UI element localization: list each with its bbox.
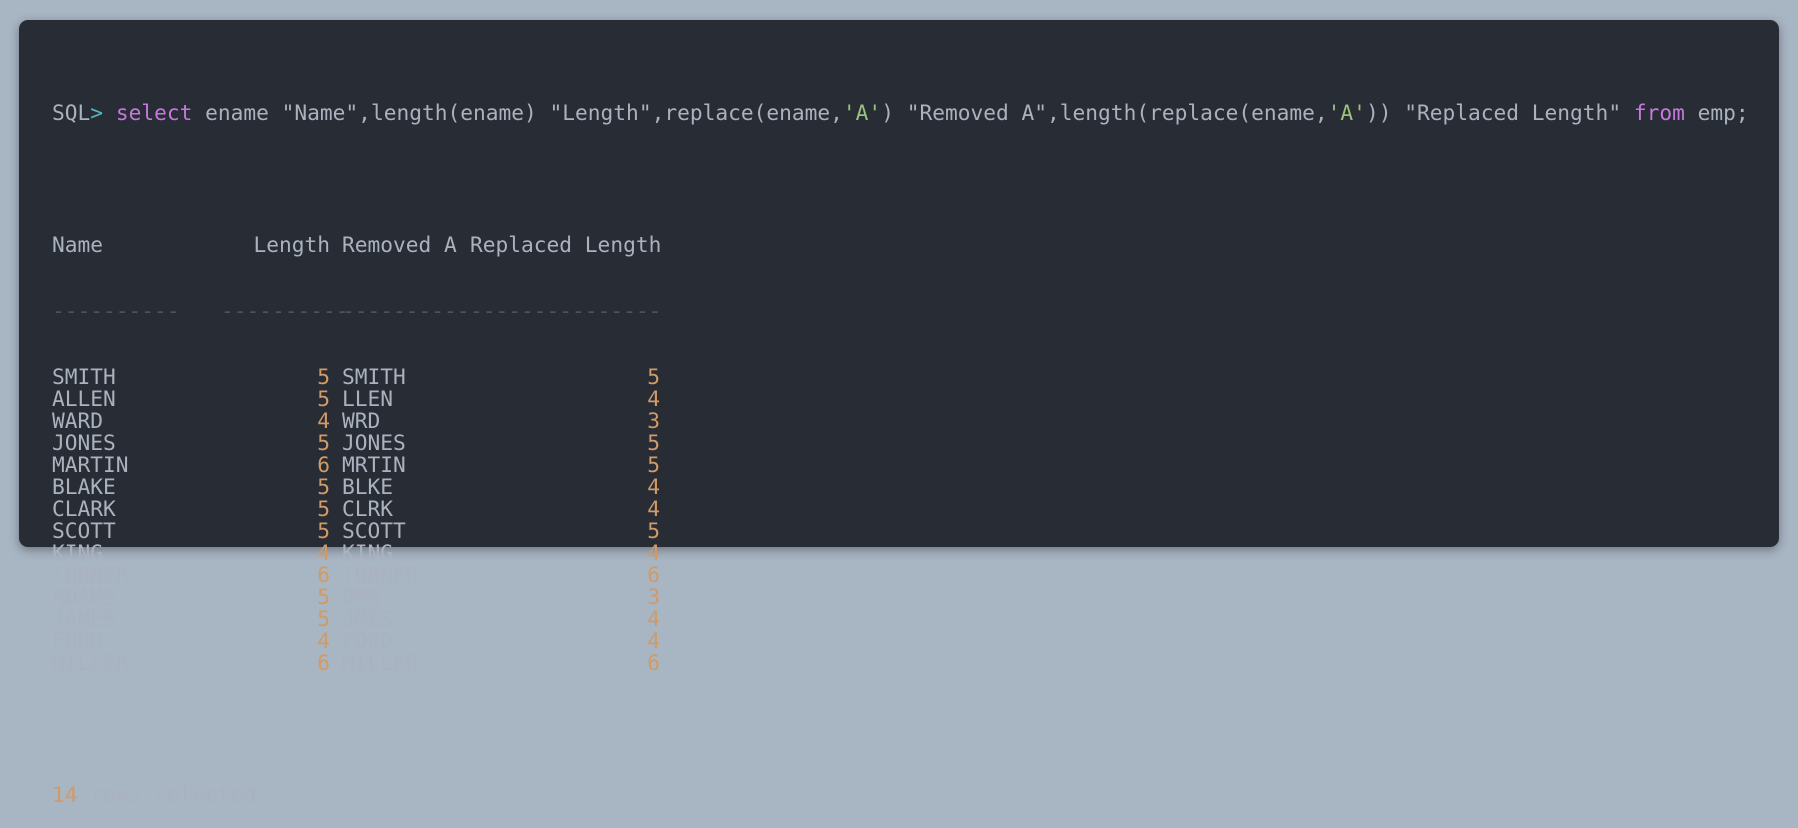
cell-name: MARTIN [52, 452, 129, 477]
cell-removed: CLRK [342, 496, 394, 521]
cell-length: 4 [317, 628, 330, 653]
cell-length: 6 [317, 650, 330, 675]
separator-name: ---------- [52, 298, 180, 323]
cell-name: SMITH [52, 364, 116, 389]
sql-command-line: SQL> select ename "Name",length(ename) "… [52, 102, 1779, 124]
cell-name: WARD [52, 408, 104, 433]
cell-name: MILLER [52, 650, 129, 675]
header-name: Name [52, 232, 104, 257]
cell-name: JONES [52, 430, 116, 455]
cell-replaced: 5 [647, 452, 660, 477]
cell-length: 6 [317, 562, 330, 587]
cell-length: 5 [317, 364, 330, 389]
cell-name: ALLEN [52, 386, 116, 411]
cell-replaced: 5 [647, 430, 660, 455]
cell-replaced: 4 [647, 496, 660, 521]
rows-selected-footer: 14 rows selected. [52, 784, 1779, 806]
cell-name: ADAMS [52, 584, 116, 609]
table-row: SCOTT 5 SCOTT 5 [52, 520, 1779, 542]
separator-replaced: --------------- [470, 298, 662, 323]
header-removed: Removed A [342, 232, 457, 257]
cell-replaced: 5 [647, 364, 660, 389]
cell-removed: DMS [342, 584, 381, 609]
table-row: ALLEN 5 LLEN 4 [52, 388, 1779, 410]
cell-removed: SMITH [342, 364, 406, 389]
cell-length: 4 [317, 408, 330, 433]
cell-length: 5 [317, 606, 330, 631]
cell-removed: JMES [342, 606, 394, 631]
table-row: WARD 4 WRD 3 [52, 410, 1779, 432]
command-part-2: ) "Removed A",length(replace(ename, [881, 100, 1328, 125]
string-literal-2: 'A' [1327, 100, 1366, 125]
cell-length: 5 [317, 496, 330, 521]
cell-replaced: 6 [647, 562, 660, 587]
result-separator-row: ---------- ------------------------------… [52, 300, 1779, 322]
cell-removed: JONES [342, 430, 406, 455]
cell-replaced: 3 [647, 584, 660, 609]
header-length: Length [253, 232, 330, 257]
command-part-3: )) "Replaced Length" [1365, 100, 1634, 125]
cell-removed: TURNER [342, 562, 419, 587]
command-part-1: ename "Name",length(ename) "Length",repl… [192, 100, 843, 125]
cell-length: 5 [317, 430, 330, 455]
result-rows: SMITH 5 SMITH 5 ALLEN 5 LLEN 4 WARD 4 WRD 3 JONES 5 JO… [52, 366, 1779, 674]
cell-name: JAMES [52, 606, 116, 631]
cell-replaced: 4 [647, 628, 660, 653]
cell-replaced: 6 [647, 650, 660, 675]
cell-replaced: 5 [647, 518, 660, 543]
table-row: TURNER 6 TURNER 6 [52, 564, 1779, 586]
cell-name: KING [52, 540, 104, 565]
sql-prompt: SQL [52, 100, 91, 125]
cell-replaced: 4 [647, 474, 660, 499]
cell-removed: SCOTT [342, 518, 406, 543]
table-row: CLARK 5 CLRK 4 [52, 498, 1779, 520]
cell-name: TURNER [52, 562, 129, 587]
cell-removed: FORD [342, 628, 394, 653]
cell-length: 5 [317, 386, 330, 411]
table-row: FORD 4 FORD 4 [52, 630, 1779, 652]
cell-removed: LLEN [342, 386, 394, 411]
cell-replaced: 4 [647, 540, 660, 565]
cell-replaced: 3 [647, 408, 660, 433]
keyword-from: from [1633, 100, 1685, 125]
cell-removed: MILLER [342, 650, 419, 675]
string-literal-1: 'A' [842, 100, 882, 125]
cell-length: 5 [317, 474, 330, 499]
cell-removed: MRTIN [342, 452, 406, 477]
command-part-4: emp; [1684, 100, 1749, 125]
cell-removed: WRD [342, 408, 381, 433]
table-row: ADAMS 5 DMS 3 [52, 586, 1779, 608]
cell-length: 5 [317, 584, 330, 609]
header-replaced: Replaced Length [470, 232, 662, 257]
table-row: JONES 5 JONES 5 [52, 432, 1779, 454]
cell-removed: BLKE [342, 474, 394, 499]
prompt-symbol: > [90, 100, 104, 125]
separator-length: ---------- [221, 298, 349, 323]
cell-name: BLAKE [52, 474, 116, 499]
separator-removed: ---------- [342, 298, 470, 323]
cell-name: CLARK [52, 496, 116, 521]
cell-name: SCOTT [52, 518, 116, 543]
keyword-select: select [115, 100, 193, 125]
cell-length: 6 [317, 452, 330, 477]
result-header-row: Name Length Removed A Replaced Length [52, 234, 1779, 256]
terminal-window[interactable]: SQL> select ename "Name",length(ename) "… [19, 20, 1779, 806]
table-row: BLAKE 5 BLKE 4 [52, 476, 1779, 498]
cell-replaced: 4 [647, 606, 660, 631]
cell-length: 4 [317, 540, 330, 565]
cell-removed: KING [342, 540, 394, 565]
rows-selected-text: rows selected. [77, 782, 269, 807]
cell-length: 5 [317, 518, 330, 543]
table-row: JAMES 5 JMES 4 [52, 608, 1779, 630]
table-row: SMITH 5 SMITH 5 [52, 366, 1779, 388]
table-row: MILLER 6 MILLER 6 [52, 652, 1779, 674]
row-count: 14 [52, 782, 78, 807]
table-row: MARTIN 6 MRTIN 5 [52, 454, 1779, 476]
table-row: KING 4 KING 4 [52, 542, 1779, 564]
cell-replaced: 4 [647, 386, 660, 411]
cell-name: FORD [52, 628, 104, 653]
